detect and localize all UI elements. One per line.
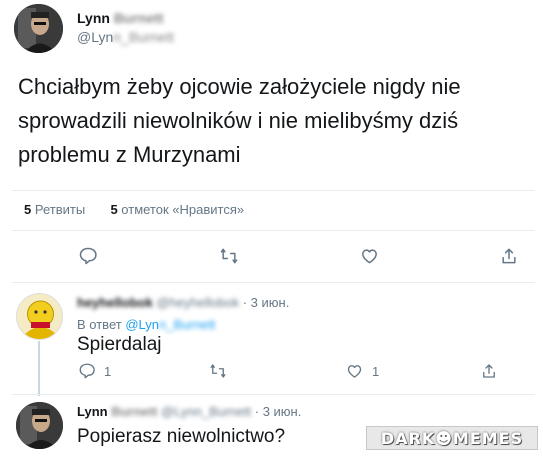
like-button[interactable]: 1 — [345, 362, 379, 380]
like-icon — [362, 249, 377, 264]
blurred-handle: n_Burnett — [113, 29, 174, 45]
blurred-surname: Burnett — [113, 10, 164, 26]
reply-icon — [79, 363, 95, 379]
reply-author-handle[interactable]: @Lynn_Burnett — [161, 404, 251, 419]
reply-author-avatar[interactable] — [16, 293, 63, 340]
replying-to-handle[interactable]: @Lynn_Burnett — [125, 317, 215, 332]
retweets-stat[interactable]: 5 Ретвиты — [24, 202, 85, 217]
like-button[interactable] — [359, 246, 380, 266]
thread-line — [38, 341, 40, 396]
reply-header: heyhellobok @heyhellobok · 3 июн. — [77, 295, 290, 310]
retweet-icon — [210, 364, 226, 378]
share-icon — [502, 248, 516, 264]
reply-count: 1 — [104, 363, 112, 379]
like-count: 1 — [372, 363, 380, 379]
author-name[interactable]: Lynn Burnett — [77, 10, 164, 26]
reply-author-avatar[interactable] — [16, 402, 63, 449]
watermark: DARK☻MEMES — [366, 426, 538, 450]
divider — [12, 394, 535, 395]
share-button[interactable] — [480, 362, 498, 380]
tweet-text: Chciałbym żeby ojcowie założyciele nigdy… — [18, 74, 461, 167]
reply-author-handle[interactable]: @heyhellobok — [156, 295, 239, 310]
author-handle[interactable]: @Lynn_Burnett — [77, 29, 174, 45]
replying-to: В ответ @Lynn_Burnett — [77, 317, 216, 332]
divider — [12, 230, 535, 231]
likes-stat[interactable]: 5 отметок «Нравится» — [110, 202, 244, 217]
tweet-stats: 5 Ретвиты 5 отметок «Нравится» — [24, 202, 244, 217]
reply-text: Popierasz niewolnictwo? — [77, 426, 286, 447]
like-icon — [347, 365, 362, 378]
retweet-icon — [220, 248, 238, 264]
reply-icon — [79, 247, 97, 265]
divider — [12, 282, 535, 283]
author-avatar[interactable] — [14, 4, 63, 53]
reply-author-name[interactable]: heyhellobok — [77, 295, 153, 310]
reply-timestamp[interactable]: 3 июн. — [251, 295, 290, 310]
reply-button[interactable] — [78, 246, 98, 266]
retweet-button[interactable] — [208, 362, 228, 380]
share-button[interactable] — [499, 246, 519, 266]
retweet-button[interactable] — [218, 246, 240, 266]
reply-author-name[interactable]: Lynn Burnett — [77, 404, 157, 419]
divider — [12, 190, 535, 191]
share-icon — [483, 364, 495, 378]
reply-text: Spierdalaj — [77, 334, 162, 355]
reply-header: Lynn Burnett @Lynn_Burnett · 3 июн. — [77, 404, 302, 419]
reply-timestamp[interactable]: 3 июн. — [263, 404, 302, 419]
reply-button[interactable]: 1 — [78, 362, 111, 380]
